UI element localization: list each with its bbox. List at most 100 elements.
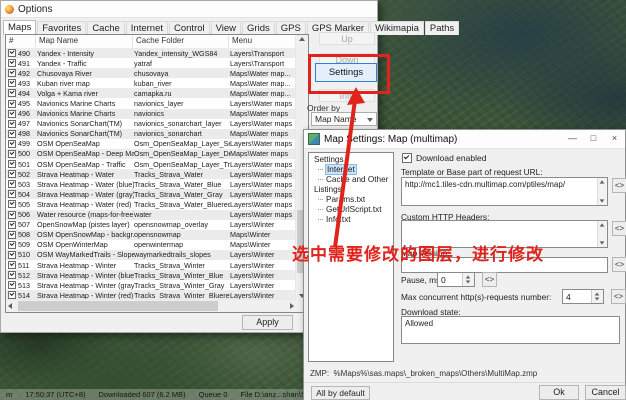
table-row[interactable]: 500 OSM OpenSeaMap - Deep Map Osm_OpenSe… [6,148,296,160]
table-row[interactable]: 490 Yandex - Intensity Yandex_intensity_… [6,48,296,59]
max-requests-script-button[interactable]: <> [611,289,626,304]
row-checkbox[interactable] [8,200,16,209]
all-by-default-button[interactable]: All by default [311,386,370,400]
download-enabled-checkbox[interactable]: Download enabled [402,153,486,163]
row-checkbox[interactable] [8,190,16,199]
table-row[interactable]: 508 OSM OpenSnowMap - backgr... opensnow… [6,229,296,240]
table-row[interactable]: 501 OSM OpenSeaMap - Traffic Osm_OpenSea… [6,159,296,170]
row-checkbox[interactable] [8,149,16,158]
checkbox-checked-icon[interactable] [402,153,412,163]
order-by-combobox[interactable]: Map Name [311,112,377,126]
table-row[interactable]: 492 Chusovaya River chusovaya Maps\Water… [6,68,296,79]
textarea-scrollbar[interactable] [597,221,607,247]
table-row[interactable]: 498 Navionics SonarChart(TM) navionics_s… [6,128,296,139]
row-checkbox[interactable] [8,89,16,98]
row-checkbox[interactable] [8,59,16,68]
row-checkbox[interactable] [8,49,16,58]
options-tab[interactable]: View [210,21,242,35]
row-checkbox[interactable] [8,160,16,169]
table-row[interactable]: 497 Navionics SonarChart(TM) navionics_s… [6,118,296,129]
options-tab[interactable]: Grids [242,21,275,35]
settings-button[interactable]: Settings [315,63,377,82]
row-checkbox[interactable] [8,281,16,290]
table-row[interactable]: 513 Strava Heatmap - Winter (gray) Track… [6,280,296,291]
table-row[interactable]: 506 Water resource (maps-for-free) water… [6,209,296,220]
row-checkbox[interactable] [8,109,16,118]
table-row[interactable]: 499 OSM OpenSeaMap Osm_OpenSeaMap_Layer_… [6,138,296,149]
row-checkbox[interactable] [8,180,16,189]
download-state-box[interactable]: Allowed [401,316,620,344]
apply-button[interactable]: Apply [242,315,293,330]
spinner-up-icon[interactable] [594,292,600,296]
up-button[interactable]: Up [319,32,375,45]
max-requests-spinner[interactable] [591,290,603,303]
horizontal-scroll-thumb[interactable] [18,301,218,311]
maximize-icon[interactable]: □ [583,130,604,148]
map-settings-titlebar[interactable]: Map Settings: Map (multimap) — □ × [304,130,625,149]
scroll-up-icon[interactable] [299,37,305,41]
spinner-down-icon[interactable] [465,280,471,284]
table-row[interactable]: 511 Strava Heatmap - Winter Tracks_Strav… [6,259,296,271]
scroll-right-icon[interactable] [290,303,294,309]
scroll-left-icon[interactable] [8,303,12,309]
spinner-up-icon[interactable] [465,275,471,279]
scroll-up-icon[interactable] [599,223,605,227]
horizontal-scrollbar[interactable] [6,299,296,312]
table-row[interactable]: 502 Strava Heatmap - Water Tracks_Strava… [6,169,296,180]
row-checkbox[interactable] [8,220,16,229]
options-tab[interactable]: Internet [125,21,168,35]
map-version-input[interactable] [401,257,608,273]
table-row[interactable]: 494 Volga + Kama river camapka.ru Maps\W… [6,88,296,99]
tree-item-cache-and-other[interactable]: Cache and Other [309,175,393,185]
options-tab[interactable]: GPS [275,21,306,35]
tree-item-params[interactable]: Params.txt [309,195,393,205]
col-header-menu[interactable]: Menu [229,35,296,48]
row-checkbox[interactable] [8,170,16,179]
options-tab[interactable]: Maps [3,20,37,35]
max-requests-input[interactable]: 4 [562,289,604,304]
tree-item-info[interactable]: Info.txt [309,215,393,225]
cancel-button[interactable]: Cancel [585,385,626,400]
tree-item-listings[interactable]: Listings [309,185,393,195]
pause-script-button[interactable]: <> [482,272,497,287]
options-tab[interactable]: Control [169,21,210,35]
table-row[interactable]: 505 Strava Heatmap - Water (red) Tracks_… [6,199,296,210]
options-tab[interactable]: Wikimapia [370,21,424,35]
table-row[interactable]: 512 Strava Heatmap - Winter (blue) Track… [6,270,296,281]
col-header-cache-folder[interactable]: Cache Folder [133,35,229,48]
table-row[interactable]: 491 Yandex - Traffic yatraf Layers\Trans… [6,58,296,69]
scroll-up-icon[interactable] [599,180,605,184]
table-row[interactable]: 509 OSM OpenWinterMap openwintermap Maps… [6,239,296,250]
headers-textarea[interactable] [401,220,608,248]
row-checkbox[interactable] [8,230,16,239]
row-checkbox[interactable] [8,250,16,259]
options-titlebar[interactable]: Options [1,1,377,18]
col-header-map-name[interactable]: Map Name [36,35,133,48]
row-checkbox[interactable] [8,210,16,219]
row-checkbox[interactable] [8,99,16,108]
table-row[interactable]: 495 Navionics Marine Charts navionics_la… [6,98,296,109]
row-checkbox[interactable] [8,69,16,78]
pause-input[interactable]: 0 [437,272,475,287]
version-script-button[interactable]: <> [612,257,626,272]
url-script-button[interactable]: <> [612,178,626,193]
headers-script-button[interactable]: <> [612,221,626,236]
row-checkbox[interactable] [8,129,16,138]
table-row[interactable]: 510 OSM WayMarkedTrails - Slopes waymark… [6,249,296,260]
row-checkbox[interactable] [8,79,16,88]
options-tab[interactable]: Favorites [37,21,87,35]
scroll-down-icon[interactable] [599,241,605,245]
info-button[interactable]: Info [319,89,375,102]
table-row[interactable]: 507 OpenSnowMap (pistes layer) opensnowm… [6,219,296,230]
row-checkbox[interactable] [8,261,16,270]
table-row[interactable]: 493 Kuban river map kuban_river Maps\Wat… [6,78,296,89]
textarea-scrollbar[interactable] [597,178,607,205]
scroll-down-icon[interactable] [599,199,605,203]
minimize-icon[interactable]: — [562,130,583,148]
row-checkbox[interactable] [8,271,16,280]
row-checkbox[interactable] [8,240,16,249]
tree-item-geturlscript[interactable]: GetUrlScript.txt [309,205,393,215]
col-header-num[interactable]: # [6,35,36,48]
row-checkbox[interactable] [8,139,16,148]
row-checkbox[interactable] [8,119,16,128]
